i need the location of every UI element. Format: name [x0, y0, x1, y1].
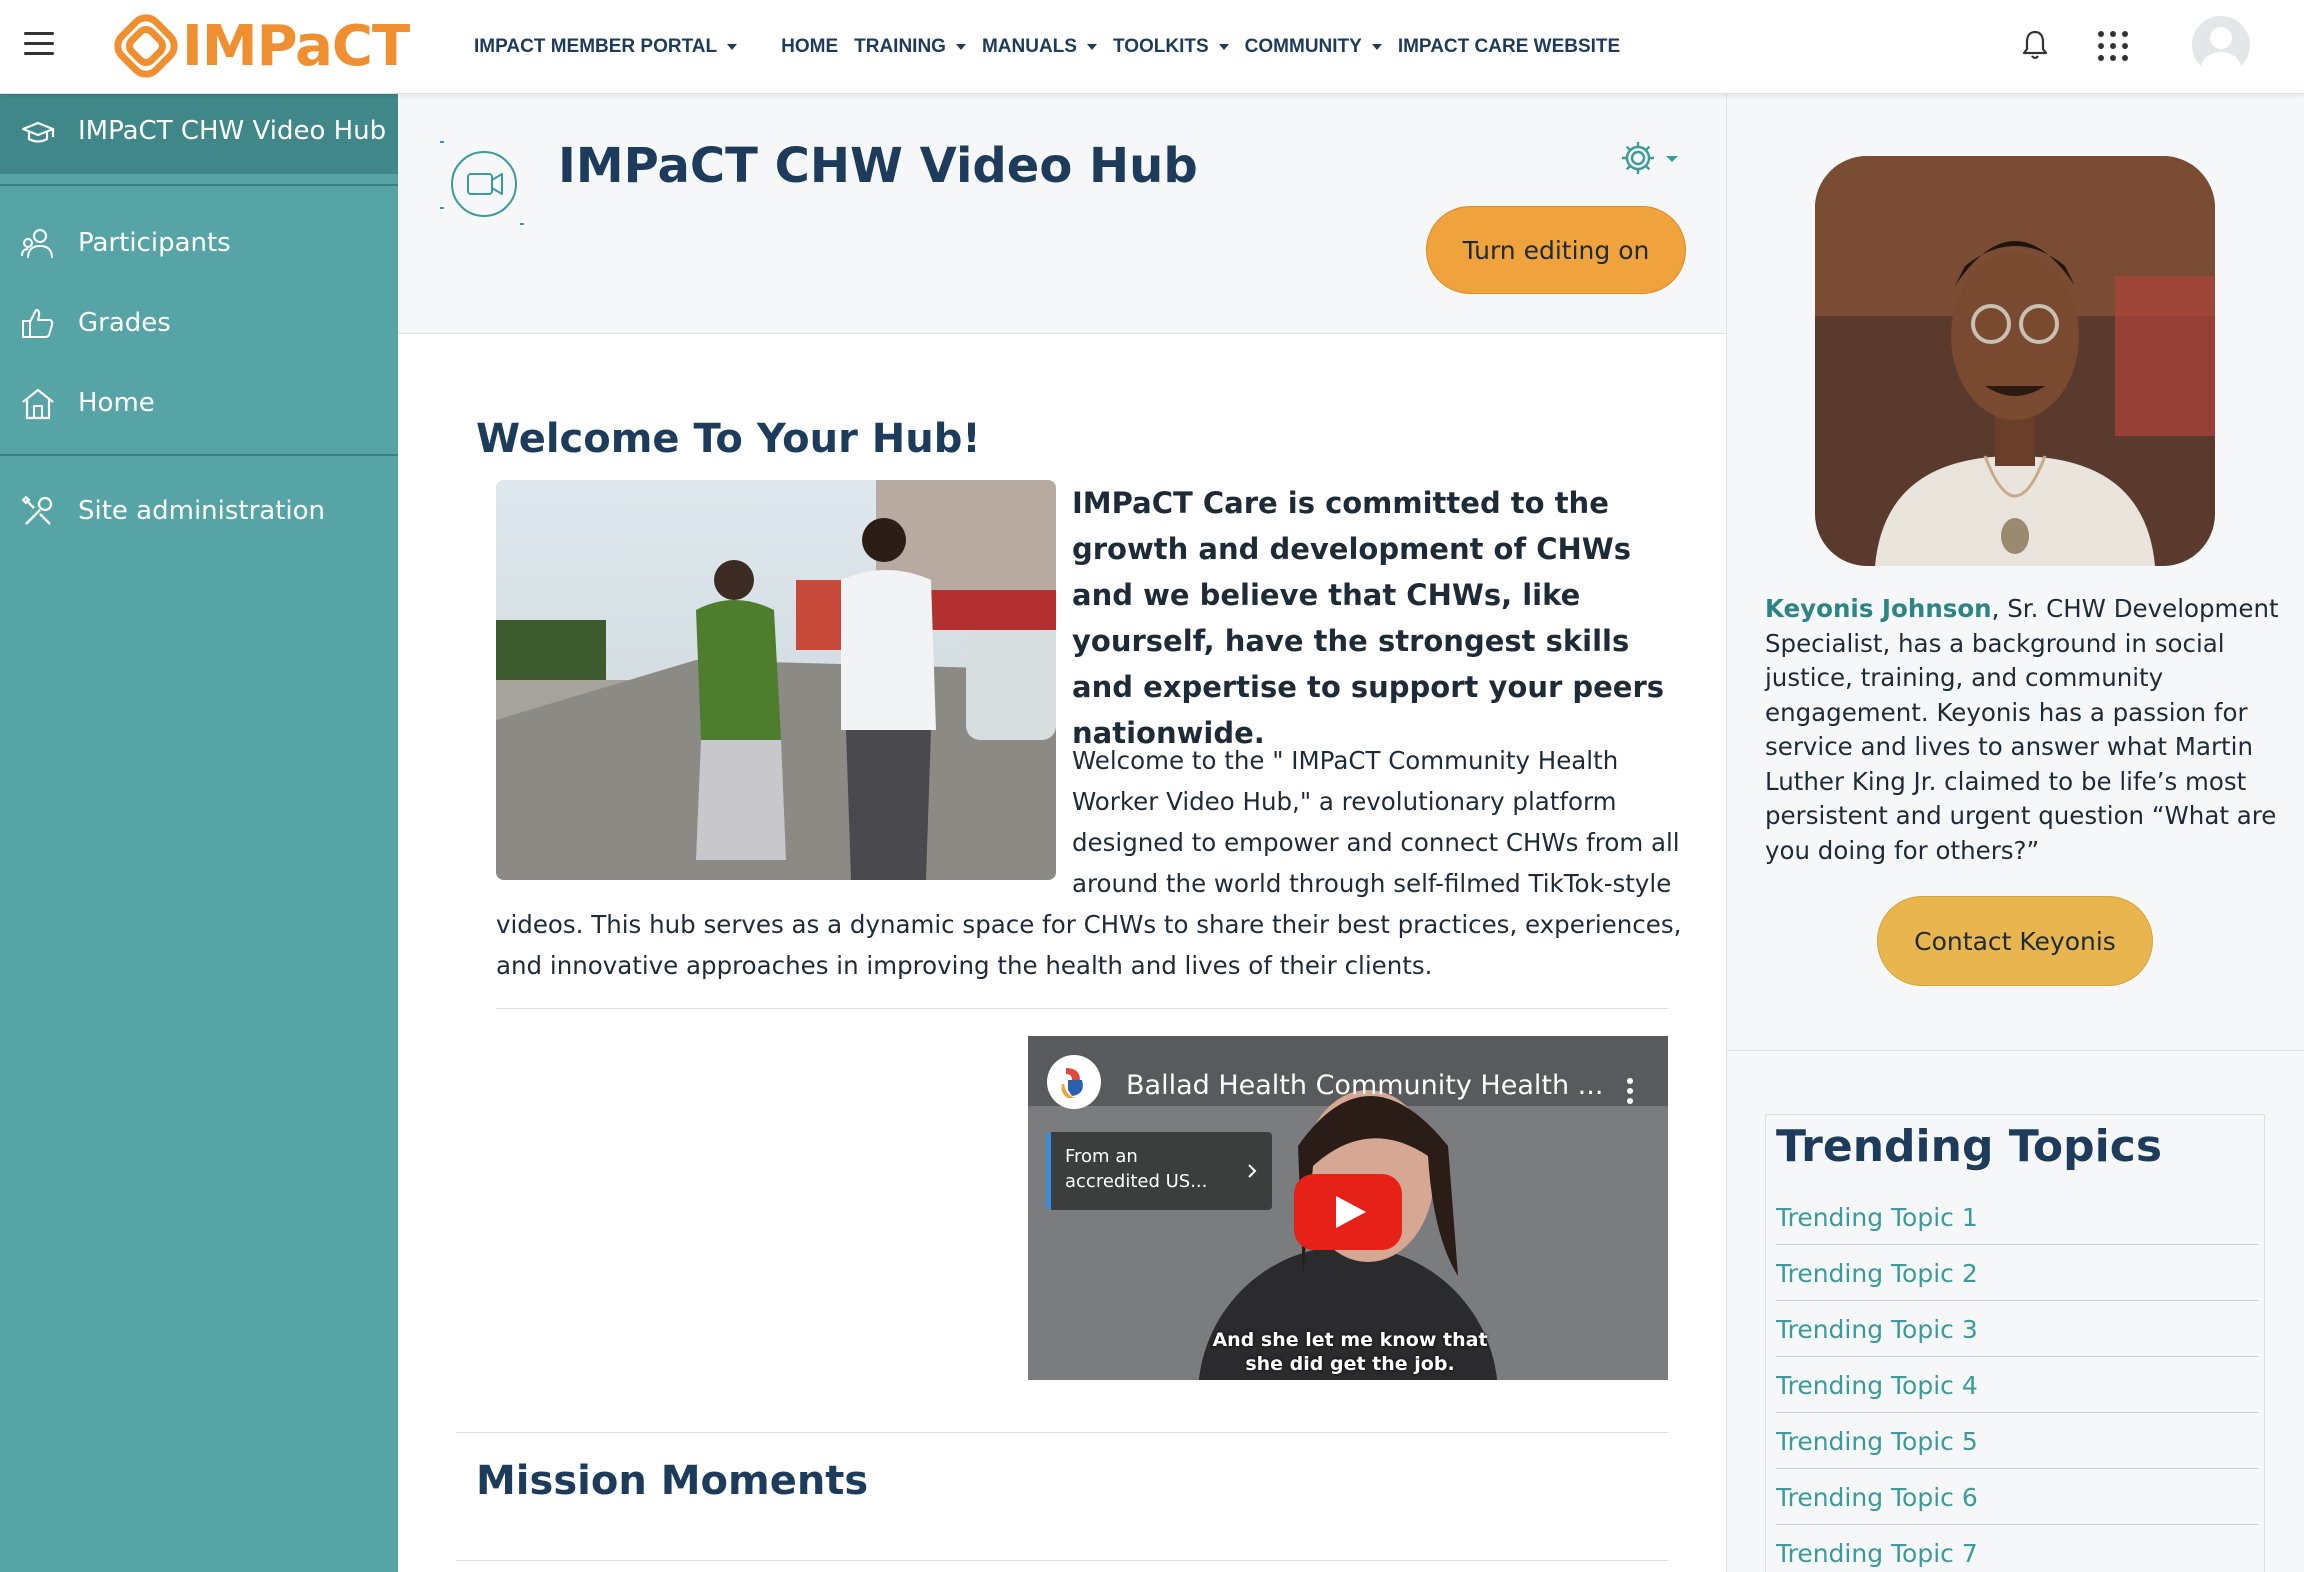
drawer-item-home[interactable]: Home — [0, 380, 398, 430]
apps-grid-icon[interactable] — [2098, 31, 2128, 61]
chip-line: accredited US... — [1065, 1171, 1208, 1192]
divider — [496, 1008, 1668, 1009]
drawer-divider — [0, 454, 398, 456]
main-content: Welcome To Your Hub! IMPaCT Care is comm… — [398, 334, 1726, 1572]
turn-editing-on-button[interactable]: Turn editing on — [1426, 206, 1686, 294]
drawer-item-video-hub[interactable]: IMPaCT CHW Video Hub — [0, 94, 398, 174]
video-title: Ballad Health Community Health ... — [1126, 1070, 1604, 1101]
trending-topics-title: Trending Topics — [1776, 1121, 2163, 1172]
chip-line: From an — [1065, 1146, 1138, 1167]
drawer-item-site-administration[interactable]: Site administration — [0, 488, 398, 538]
mission-moments-heading: Mission Moments — [476, 1458, 869, 1504]
video-subtitle: And she let me know that she did get the… — [1200, 1328, 1500, 1376]
bio-description: , Sr. CHW Development Specialist, has a … — [1765, 594, 2279, 865]
trending-topic-link[interactable]: Trending Topic 5 — [1776, 1413, 2258, 1469]
subtitle-line: And she let me know that — [1212, 1329, 1488, 1351]
embedded-video-player[interactable]: Ballad Health Community Health ... From … — [1028, 1036, 1668, 1380]
intro-bold-text: IMPaCT Care is committed to the growth a… — [1072, 486, 1665, 750]
trending-topic-link[interactable]: Trending Topic 2 — [1776, 1245, 2258, 1301]
welcome-heading: Welcome To Your Hub! — [476, 416, 981, 462]
play-button-icon[interactable] — [1294, 1174, 1402, 1250]
gear-icon[interactable] — [1620, 138, 1690, 178]
hamburger-icon[interactable] — [24, 32, 54, 58]
chevron-down-icon — [727, 44, 738, 50]
chevron-right-icon — [1248, 1164, 1257, 1178]
page-title: IMPaCT CHW Video Hub — [558, 138, 1198, 194]
chevron-down-icon — [955, 44, 966, 50]
hero-photo-chws-street — [496, 480, 1056, 880]
nav-training[interactable]: TRAINING — [854, 36, 966, 58]
channel-logo-icon — [1047, 1055, 1101, 1109]
nav-community[interactable]: COMMUNITY — [1245, 36, 1382, 58]
chevron-down-icon — [1086, 44, 1097, 50]
trending-topic-link[interactable]: Trending Topic 4 — [1776, 1357, 2258, 1413]
user-silhouette-icon — [2201, 27, 2241, 74]
right-block-region: Keyonis Johnson, Sr. CHW Development Spe… — [1726, 94, 2304, 1572]
bio-text: Keyonis Johnson, Sr. CHW Development Spe… — [1765, 592, 2285, 868]
trending-topic-link[interactable]: Trending Topic 1 — [1776, 1189, 2258, 1245]
wrench-icon — [21, 495, 53, 525]
nav-manuals[interactable]: MANUALS — [982, 36, 1097, 58]
info-panel-chip[interactable]: From an accredited US... — [1046, 1132, 1272, 1210]
main-nav: IMPACT MEMBER PORTAL HOME TRAINING MANUA… — [474, 0, 1636, 94]
page-header: IMPaCT CHW Video Hub Turn editing on — [398, 94, 1726, 334]
drawer-item-label: Grades — [78, 308, 171, 338]
logo-mark-icon — [114, 14, 178, 78]
trending-topic-link[interactable]: Trending Topic 3 — [1776, 1301, 2258, 1357]
user-avatar[interactable] — [2192, 16, 2250, 74]
users-icon — [21, 229, 53, 259]
impact-logo[interactable]: IMPaCT — [112, 10, 410, 82]
video-camera-icon — [440, 141, 524, 225]
intro-paragraph-part-b: videos. This hub serves as a dynamic spa… — [496, 910, 1682, 980]
graduation-cap-icon — [21, 121, 55, 143]
more-options-icon[interactable] — [1624, 1076, 1636, 1106]
divider — [456, 1432, 1668, 1433]
drawer-divider — [0, 184, 398, 186]
intro-paragraph-part-a: Welcome to the " IMPaCT Community Health… — [1072, 746, 1680, 898]
logo-text: IMPaCT — [182, 13, 410, 79]
drawer-item-label: IMPaCT CHW Video Hub — [78, 116, 387, 146]
nav-home[interactable]: HOME — [781, 36, 838, 58]
bio-name-link[interactable]: Keyonis Johnson — [1765, 594, 1992, 623]
trending-topics-block: Trending Topics Trending Topic 1 Trendin… — [1765, 1114, 2265, 1572]
drawer-item-label: Site administration — [78, 496, 326, 526]
nav-toolkits[interactable]: TOOLKITS — [1113, 36, 1229, 58]
profile-photo-keyonis — [1815, 156, 2215, 566]
drawer-item-participants[interactable]: Participants — [0, 220, 398, 270]
subtitle-line: she did get the job. — [1245, 1353, 1455, 1375]
chevron-down-icon — [1218, 44, 1229, 50]
top-navbar: IMPaCT IMPACT MEMBER PORTAL HOME TRAININ… — [0, 0, 2304, 94]
course-drawer: IMPaCT CHW Video Hub Participants Grades… — [0, 94, 398, 1572]
thumbs-up-icon — [22, 309, 54, 338]
bell-icon[interactable] — [2020, 28, 2050, 62]
chevron-down-icon — [1371, 44, 1382, 50]
trending-topic-link[interactable]: Trending Topic 6 — [1776, 1469, 2258, 1525]
nav-impact-care-website[interactable]: IMPACT CARE WEBSITE — [1398, 36, 1620, 58]
trending-topic-link[interactable]: Trending Topic 7 — [1776, 1525, 2258, 1572]
drawer-item-grades[interactable]: Grades — [0, 300, 398, 350]
nav-member-portal[interactable]: IMPACT MEMBER PORTAL — [474, 36, 738, 58]
drawer-item-label: Home — [78, 388, 155, 418]
divider — [1727, 1050, 2304, 1051]
contact-keyonis-button[interactable]: Contact Keyonis — [1877, 896, 2153, 986]
home-icon — [22, 388, 54, 420]
divider — [456, 1560, 1668, 1561]
drawer-item-label: Participants — [78, 228, 231, 258]
